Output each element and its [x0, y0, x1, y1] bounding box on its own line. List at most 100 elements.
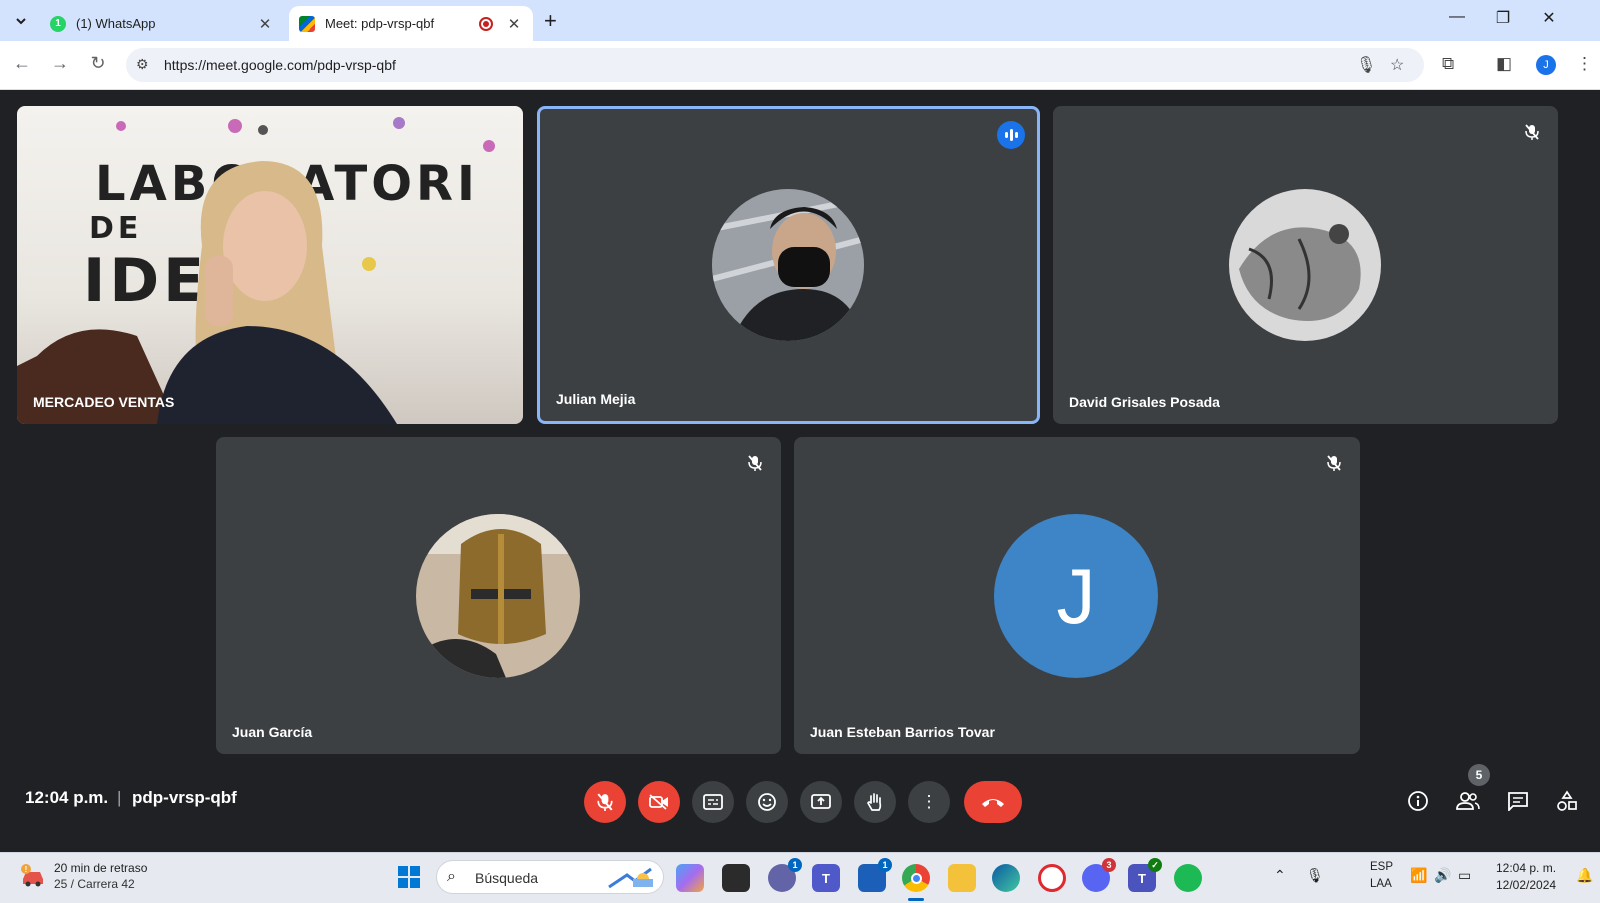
discord-icon[interactable]: 3 [1082, 858, 1116, 892]
people-button[interactable] [1453, 786, 1483, 816]
participant-avatar [416, 514, 580, 678]
participant-tile-julian-mejia[interactable]: Julian Mejia [537, 106, 1040, 424]
close-window-button[interactable]: ✕ [1526, 8, 1572, 28]
notifications-bell-icon[interactable]: 🔔 [1576, 867, 1593, 884]
activities-button[interactable] [1552, 786, 1582, 816]
windows-start-icon[interactable] [398, 866, 420, 888]
meeting-controls-bar: 12:04 p.m. | pdp-vrsp-qbf ⋮ 5 [0, 764, 1600, 836]
google-meet-icon [299, 15, 315, 32]
restore-button[interactable]: ❐ [1480, 8, 1526, 28]
side-panel-icon[interactable]: ◧ [1496, 54, 1512, 74]
participant-name: MERCADEO VENTAS [33, 394, 175, 410]
participant-name: David Grisales Posada [1069, 394, 1220, 410]
show-hidden-icons-chevron-up-icon[interactable]: ⌃ [1274, 867, 1286, 884]
widget-traffic-location[interactable]: 25 / Carrera 42 [54, 877, 135, 891]
back-arrow-icon[interactable]: ← [10, 53, 34, 74]
widget-traffic-title[interactable]: 20 min de retraso [54, 861, 147, 875]
muted-mic-icon [743, 451, 767, 475]
teams-new-icon[interactable]: T ✓ [1128, 858, 1162, 892]
bookmark-star-icon[interactable]: ☆ [1390, 55, 1404, 75]
forward-arrow-icon[interactable]: → [48, 53, 72, 74]
present-screen-button[interactable] [800, 781, 842, 823]
mic-off-icon [597, 793, 613, 811]
camera-off-icon [649, 794, 668, 810]
windows-taskbar: ! 20 min de retraso 25 / Carrera 42 ⌕ Bú… [0, 852, 1600, 903]
participant-tile-mercadeo-ventas[interactable]: LABORATORI DE IDE MERCADEO VENTAS [17, 106, 523, 424]
chat-button[interactable] [1503, 786, 1533, 816]
reload-icon[interactable]: ↻ [86, 53, 110, 74]
recording-indicator-icon [479, 16, 493, 31]
more-vertical-icon: ⋮ [920, 792, 938, 811]
raise-hand-icon [867, 793, 882, 811]
search-icon: ⌕ [447, 868, 456, 885]
participant-video: LABORATORI DE IDE [17, 106, 523, 424]
browser-menu-icon[interactable]: ⋮ [1576, 54, 1593, 74]
minimize-button[interactable]: — [1434, 8, 1480, 26]
muted-mic-icon [1322, 451, 1346, 475]
people-icon [1456, 792, 1480, 810]
address-bar[interactable]: ⚙ https://meet.google.com/pdp-vrsp-qbf 🎙… [126, 48, 1424, 82]
tab-title: Meet: pdp-vrsp-qbf [325, 16, 435, 31]
site-info-icon[interactable]: ⚙ [136, 56, 149, 73]
copilot-icon[interactable] [676, 864, 704, 892]
chevron-down-icon [16, 18, 26, 25]
participant-count-badge: 5 [1468, 764, 1490, 786]
more-options-button[interactable]: ⋮ [908, 781, 950, 823]
traffic-car-icon[interactable]: ! [20, 863, 46, 889]
opera-icon[interactable] [1038, 864, 1066, 892]
activities-shapes-icon [1557, 790, 1577, 811]
search-highlight-illustration [608, 867, 653, 889]
new-tab-button[interactable]: + [544, 8, 557, 34]
url-text[interactable]: https://meet.google.com/pdp-vrsp-qbf [164, 57, 396, 73]
input-language[interactable]: ESP [1370, 861, 1393, 873]
close-tab-icon[interactable]: ✕ [256, 15, 274, 33]
tab-whatsapp[interactable]: 1 (1) WhatsApp ✕ [40, 6, 284, 41]
raise-hand-button[interactable] [854, 781, 896, 823]
chrome-icon[interactable] [902, 864, 930, 892]
captions-button[interactable] [692, 781, 734, 823]
emoji-icon [758, 793, 776, 811]
clock-date[interactable]: 12/02/2024 [1496, 878, 1556, 892]
spotify-icon[interactable] [1174, 864, 1202, 892]
participant-avatar [712, 189, 864, 341]
tab-meet[interactable]: Meet: pdp-vrsp-qbf ✕ [289, 6, 533, 41]
input-layout[interactable]: LAA [1370, 878, 1392, 890]
taskbar-search[interactable]: ⌕ Búsqueda [436, 860, 664, 894]
mic-off-button[interactable] [584, 781, 626, 823]
battery-icon[interactable]: ▭ [1458, 867, 1471, 884]
participant-name: Juan Esteban Barrios Tovar [810, 724, 995, 740]
profile-avatar[interactable]: J [1536, 55, 1556, 75]
emoji-reactions-button[interactable] [746, 781, 788, 823]
participant-avatar [1229, 189, 1381, 341]
clock-time[interactable]: 12:04 p. m. [1496, 861, 1556, 875]
close-tab-icon[interactable]: ✕ [505, 15, 523, 33]
hang-up-icon [982, 799, 1004, 807]
teams-icon[interactable]: T [812, 864, 840, 892]
edge-icon[interactable] [992, 864, 1020, 892]
whatsapp-icon: 1 [50, 15, 66, 32]
task-view-icon[interactable] [722, 864, 750, 892]
wifi-icon[interactable]: 📶 [1410, 867, 1427, 884]
volume-icon[interactable]: 🔊 [1434, 867, 1451, 884]
tab-search-button[interactable] [8, 8, 34, 34]
microsoft-store-icon[interactable]: 1 [858, 858, 892, 892]
browser-tab-strip: 1 (1) WhatsApp ✕ Meet: pdp-vrsp-qbf ✕ + … [0, 0, 1600, 41]
info-icon [1408, 791, 1428, 811]
meeting-details-button[interactable] [1403, 786, 1433, 816]
notification-badge: 1 [788, 858, 802, 872]
participant-tile-juan-garcia[interactable]: Juan García [216, 437, 781, 754]
microphone-icon[interactable]: 🎙 [1356, 55, 1376, 75]
extensions-icon[interactable]: ⧉ [1442, 54, 1454, 74]
chat-app-icon[interactable]: 1 [768, 858, 802, 892]
browser-toolbar: ← → ↻ ⚙ https://meet.google.com/pdp-vrsp… [0, 41, 1600, 90]
file-explorer-icon[interactable] [948, 864, 976, 892]
participant-tile-david-grisales-posada[interactable]: David Grisales Posada [1053, 106, 1558, 424]
svg-text:!: ! [25, 865, 28, 874]
separator: | [117, 788, 122, 807]
leave-call-button[interactable] [964, 781, 1022, 823]
camera-off-button[interactable] [638, 781, 680, 823]
active-app-indicator [908, 898, 924, 901]
notification-badge: 1 [878, 858, 892, 872]
microphone-in-use-icon[interactable]: 🎙 [1306, 867, 1324, 884]
participant-tile-juan-esteban-barrios-tovar[interactable]: J Juan Esteban Barrios Tovar [794, 437, 1360, 754]
